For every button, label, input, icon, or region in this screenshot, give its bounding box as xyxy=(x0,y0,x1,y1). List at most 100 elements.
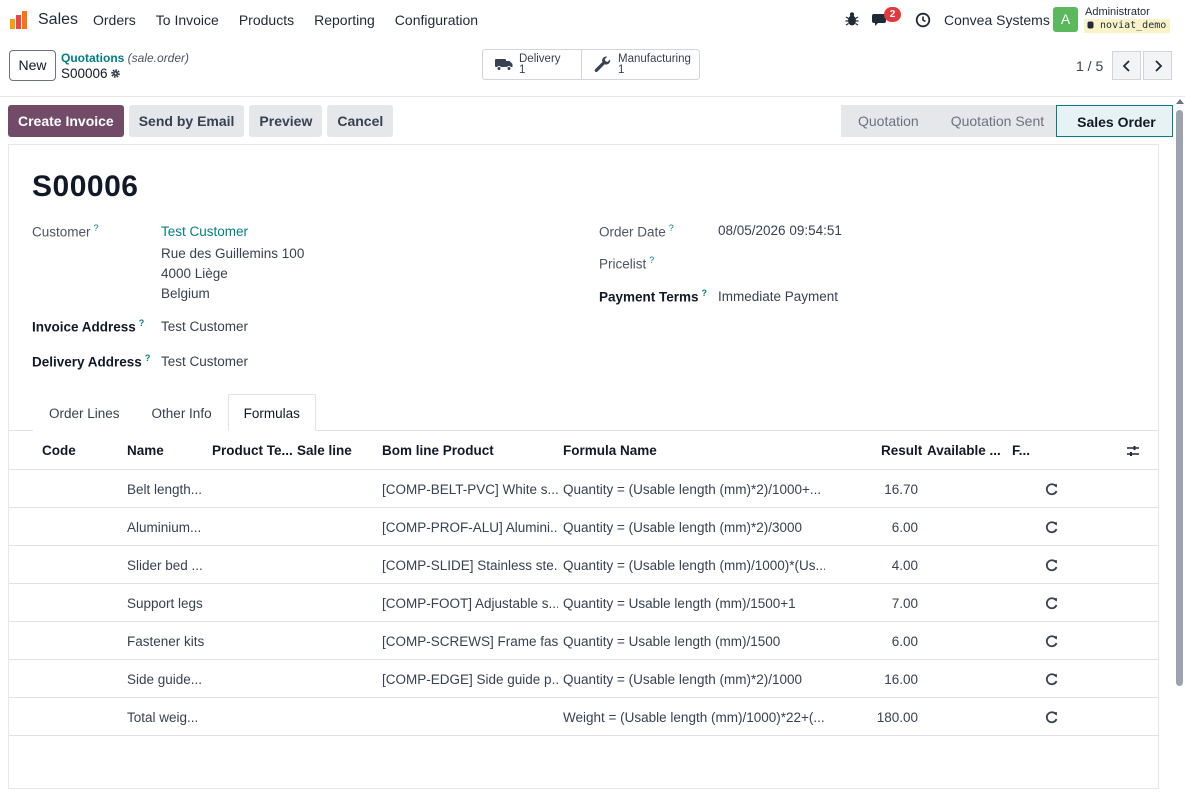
breadcrumb: Quotations (sale.order) xyxy=(61,51,189,65)
column-name[interactable]: Name xyxy=(127,443,164,458)
invoice-address-label: Invoice Address? xyxy=(32,318,145,335)
menu-orders[interactable]: Orders xyxy=(93,12,136,28)
payment-terms-field[interactable]: Immediate Payment xyxy=(718,289,838,304)
row-formula-name: Quantity = (Usable length (mm)*2)/1000+.… xyxy=(563,482,822,497)
bug-icon[interactable] xyxy=(845,11,859,27)
preview-button[interactable]: Preview xyxy=(249,105,323,137)
page-scrollbar[interactable] xyxy=(1176,110,1183,686)
payment-terms-label: Payment Terms? xyxy=(599,288,708,305)
menu-to-invoice[interactable]: To Invoice xyxy=(156,12,219,28)
refresh-icon[interactable] xyxy=(1045,482,1059,496)
row-formula-name: Quantity = (Usable length (mm)/1000)*(Us… xyxy=(563,558,825,573)
help-mark[interactable]: ? xyxy=(702,288,708,298)
user-name[interactable]: Administrator xyxy=(1085,6,1150,18)
refresh-icon[interactable] xyxy=(1045,596,1059,610)
clock-icon[interactable] xyxy=(915,12,931,28)
cancel-button[interactable]: Cancel xyxy=(327,105,394,137)
customer-field[interactable]: Test Customer xyxy=(161,224,248,239)
row-result: 4.00 xyxy=(891,558,918,573)
refresh-icon[interactable] xyxy=(1045,558,1059,572)
menu-configuration[interactable]: Configuration xyxy=(395,12,478,28)
breadcrumb-quotations-link[interactable]: Quotations xyxy=(61,51,124,65)
divider xyxy=(0,96,1185,97)
pager-next-button[interactable] xyxy=(1143,51,1172,80)
tab-other-info[interactable]: Other Info xyxy=(135,394,228,431)
table-row[interactable]: Total weig... Weight = (Usable length (mm… xyxy=(9,698,1158,736)
chat-count-badge: 2 xyxy=(884,7,901,22)
help-mark[interactable]: ? xyxy=(139,318,145,328)
row-bom-line-product: [COMP-SCREWS] Frame fas... xyxy=(382,634,558,649)
stage-sales-order[interactable]: Sales Order xyxy=(1056,105,1173,137)
customer-address-line: Rue des Guillemins 100 xyxy=(161,246,305,261)
row-result: 6.00 xyxy=(891,520,918,535)
app-name[interactable]: Sales xyxy=(38,11,78,29)
top-navbar: Sales Orders To Invoice Products Reporti… xyxy=(0,0,1185,40)
column-bom-line-product[interactable]: Bom line Product xyxy=(382,443,494,458)
customer-address-line: 4000 Liège xyxy=(161,266,228,281)
refresh-icon[interactable] xyxy=(1045,634,1059,648)
pager-previous-button[interactable] xyxy=(1112,51,1141,80)
help-mark[interactable]: ? xyxy=(145,353,151,363)
pager-value[interactable]: 1 / 5 xyxy=(1076,58,1103,74)
create-invoice-button[interactable]: Create Invoice xyxy=(8,105,124,137)
column-sale-line[interactable]: Sale line xyxy=(297,443,352,458)
delivery-count: 1 xyxy=(519,64,526,76)
row-result: 6.00 xyxy=(891,634,918,649)
sales-app-icon[interactable] xyxy=(9,10,29,30)
row-result: 7.00 xyxy=(891,596,918,611)
table-row[interactable]: Slider bed ... [COMP-SLIDE] Stainless ste… xyxy=(9,546,1158,584)
column-product-template[interactable]: Product Te... xyxy=(212,443,293,458)
customer-label: Customer? xyxy=(32,223,99,240)
table-row[interactable]: Side guide... [COMP-EDGE] Side guide p...… xyxy=(9,660,1158,698)
tab-formulas[interactable]: Formulas xyxy=(227,394,316,431)
menu-products[interactable]: Products xyxy=(239,12,294,28)
manufacturing-smart-button[interactable]: Manufacturing 1 xyxy=(582,50,699,79)
help-mark[interactable]: ? xyxy=(649,255,654,265)
table-row[interactable]: Fastener kits [COMP-SCREWS] Frame fas... Q… xyxy=(9,622,1158,660)
send-by-email-button[interactable]: Send by Email xyxy=(128,105,245,137)
company-switcher[interactable]: Convea Systems xyxy=(944,12,1050,28)
refresh-icon[interactable] xyxy=(1045,672,1059,686)
truck-icon xyxy=(495,59,513,71)
column-formula-name[interactable]: Formula Name xyxy=(563,443,657,458)
stage-quotation[interactable]: Quotation xyxy=(841,105,931,137)
column-code[interactable]: Code xyxy=(42,443,76,458)
manufacturing-label: Manufacturing xyxy=(618,53,691,65)
stage-quotation-sent[interactable]: Quotation Sent xyxy=(930,105,1057,137)
chevron-right-icon xyxy=(1155,60,1163,72)
database-name: noviat_demo xyxy=(1100,20,1167,31)
help-mark[interactable]: ? xyxy=(94,223,99,233)
database-badge: noviat_demo xyxy=(1084,19,1171,33)
scroll-up-arrow[interactable] xyxy=(1176,99,1184,104)
menu-reporting[interactable]: Reporting xyxy=(314,12,375,28)
optional-columns-icon[interactable] xyxy=(1126,444,1140,458)
table-row[interactable]: Aluminium... [COMP-PROF-ALU] Alumini... Qu… xyxy=(9,508,1158,546)
refresh-icon[interactable] xyxy=(1045,520,1059,534)
column-result[interactable]: Result xyxy=(881,443,922,458)
refresh-icon[interactable] xyxy=(1045,710,1059,724)
customer-address-line: Belgium xyxy=(161,286,210,301)
table-row[interactable]: Belt length... [COMP-BELT-PVC] White s...… xyxy=(9,470,1158,508)
new-button[interactable]: New xyxy=(9,50,56,81)
row-bom-line-product: [COMP-FOOT] Adjustable s... xyxy=(382,596,558,611)
row-formula-name: Quantity = Usable length (mm)/1500 xyxy=(563,634,781,649)
column-available[interactable]: Available ... xyxy=(927,443,1001,458)
delivery-address-field[interactable]: Test Customer xyxy=(161,354,248,369)
wrench-icon xyxy=(594,56,611,72)
breadcrumb-model: (sale.order) xyxy=(127,51,190,65)
invoice-address-field[interactable]: Test Customer xyxy=(161,319,248,334)
row-bom-line-product: [COMP-BELT-PVC] White s... xyxy=(382,482,558,497)
table-row[interactable]: Support legs [COMP-FOOT] Adjustable s... Q… xyxy=(9,584,1158,622)
row-formula-name: Quantity = Usable length (mm)/1500+1 xyxy=(563,596,796,611)
page-title: S00006 xyxy=(32,170,139,203)
column-f[interactable]: F... xyxy=(1012,443,1030,458)
gear-icon[interactable] xyxy=(110,68,121,79)
row-name: Belt length... xyxy=(127,482,203,497)
help-mark[interactable]: ? xyxy=(669,223,674,233)
avatar[interactable]: A xyxy=(1053,7,1078,32)
tab-order-lines[interactable]: Order Lines xyxy=(33,394,136,431)
delivery-smart-button[interactable]: Delivery 1 xyxy=(483,50,582,79)
pricelist-label: Pricelist? xyxy=(599,255,655,272)
row-name: Slider bed ... xyxy=(127,558,203,573)
order-date-field[interactable]: 08/05/2026 09:54:51 xyxy=(718,223,842,238)
